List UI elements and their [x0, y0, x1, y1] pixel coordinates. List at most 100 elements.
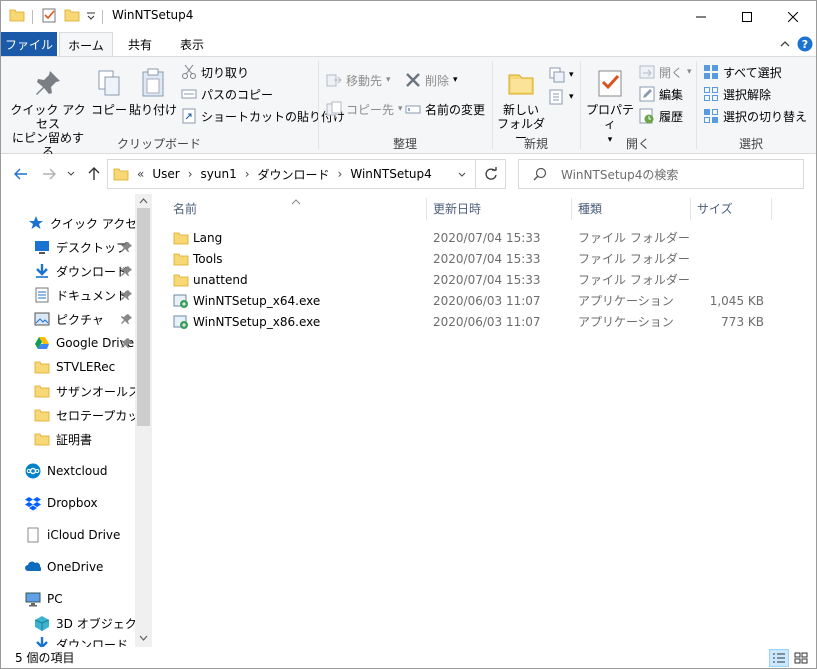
cut-button[interactable]: 切り取り	[181, 62, 249, 82]
new-folder-qat-icon[interactable]	[64, 7, 80, 27]
column-header-modified[interactable]: 更新日時	[427, 194, 571, 222]
select-all-icon	[704, 65, 718, 79]
nav-downloads[interactable]: ダウンロード	[34, 260, 135, 282]
copy-button[interactable]: コピー	[91, 67, 127, 117]
new-folder-button[interactable]: 新しい フォルダー	[495, 67, 547, 145]
nav-google-drive[interactable]: Google Drive	[34, 332, 135, 354]
move-to-icon	[326, 74, 342, 87]
move-to-button[interactable]: 移動先 ▾	[326, 70, 391, 90]
search-box[interactable]: WinNTSetup4の検索	[518, 159, 804, 189]
recent-locations-button[interactable]	[63, 163, 79, 185]
nav-3d-objects[interactable]: 3D オブジェクト	[34, 612, 135, 634]
search-placeholder: WinNTSetup4の検索	[561, 167, 679, 182]
minimize-button[interactable]	[678, 1, 724, 32]
paste-button[interactable]: 貼り付け	[129, 67, 177, 117]
window-title: WinNTSetup4	[112, 8, 194, 22]
forward-button[interactable]	[38, 163, 60, 185]
large-icons-view-button[interactable]	[791, 649, 811, 667]
address-bar[interactable]: « User › syun1 › ダウンロード › WinNTSetup4	[107, 159, 476, 189]
file-name: Lang	[193, 230, 223, 245]
details-view-icon	[773, 653, 785, 663]
chevron-right-icon[interactable]: ›	[334, 167, 347, 181]
file-row[interactable]: WinNTSetup_x64.exe 2020/06/03 11:07 アプリケ…	[173, 290, 813, 311]
new-item-icon	[549, 67, 565, 83]
open-button[interactable]: 開く ▾	[639, 62, 692, 82]
nav-onedrive[interactable]: OneDrive	[25, 556, 151, 578]
select-none-button[interactable]: 選択解除	[703, 84, 771, 104]
address-dropdown-icon[interactable]	[457, 169, 467, 183]
breadcrumb-downloads[interactable]: ダウンロード	[254, 166, 334, 183]
file-size	[698, 227, 764, 248]
nav-pc[interactable]: PC	[25, 588, 151, 610]
paste-shortcut-button[interactable]: ショートカットの貼り付け	[181, 106, 345, 126]
nav-folder-certificate[interactable]: 証明書	[34, 428, 135, 450]
tab-share[interactable]: 共有	[115, 32, 165, 56]
properties-qat-icon[interactable]	[41, 7, 57, 27]
details-view-button[interactable]	[769, 649, 789, 667]
breadcrumb-user[interactable]: User	[148, 167, 183, 181]
breadcrumb-winntsetup4[interactable]: WinNTSetup4	[346, 167, 435, 181]
copy-path-button[interactable]: パスのコピー	[181, 84, 273, 104]
navigation-pane-scrollbar[interactable]	[135, 194, 152, 647]
rename-button[interactable]: 名前の変更	[405, 99, 485, 119]
onedrive-icon	[25, 561, 41, 572]
scroll-down-arrow-icon[interactable]	[135, 631, 152, 645]
history-button[interactable]: 履歴	[639, 106, 683, 126]
nav-pc-downloads[interactable]: ダウンロード	[34, 636, 135, 647]
folder-icon	[113, 168, 129, 181]
ribbon-collapse-icon[interactable]	[777, 36, 793, 52]
new-item-button[interactable]: ▾	[549, 65, 574, 85]
exe-icon	[173, 315, 188, 329]
arrow-up-icon	[88, 167, 100, 180]
file-row[interactable]: unattend 2020/07/04 15:33 ファイル フォルダー	[173, 269, 813, 290]
nav-icloud-drive[interactable]: iCloud Drive	[25, 524, 151, 546]
nav-desktop[interactable]: デスクトップ	[34, 236, 135, 258]
file-type: アプリケーション	[578, 294, 674, 308]
copy-to-button[interactable]: コピー先 ▾	[326, 99, 403, 119]
file-name: Tools	[193, 251, 223, 266]
column-header-name[interactable]: 名前	[167, 194, 425, 222]
arrow-right-icon	[43, 168, 56, 180]
qat-dropdown-icon[interactable]	[85, 10, 97, 30]
nav-nextcloud[interactable]: Nextcloud	[25, 460, 151, 482]
chevron-right-icon[interactable]: ›	[241, 167, 254, 181]
scrollbar-thumb[interactable]	[137, 208, 150, 426]
file-type: アプリケーション	[578, 315, 674, 329]
invert-selection-button[interactable]: 選択の切り替え	[703, 106, 807, 126]
back-button[interactable]	[10, 163, 32, 185]
tab-home[interactable]: ホーム	[59, 32, 113, 57]
nav-documents[interactable]: ドキュメント	[34, 284, 135, 306]
delete-button[interactable]: 削除 ▾	[405, 70, 458, 90]
nav-folder-tape-cutter[interactable]: セロテープカッター	[34, 404, 135, 426]
select-all-button[interactable]: すべて選択	[703, 62, 782, 82]
scissors-icon	[182, 64, 196, 79]
nav-quick-access[interactable]: クイック アクセス	[28, 212, 151, 234]
chevron-right-icon[interactable]: ›	[184, 167, 197, 181]
refresh-button[interactable]	[476, 159, 506, 189]
up-button[interactable]	[83, 163, 105, 185]
column-header-type[interactable]: 種類	[572, 194, 690, 222]
close-button[interactable]	[770, 1, 816, 32]
help-icon[interactable]: ?	[797, 36, 813, 52]
column-header-size[interactable]: サイズ	[691, 194, 771, 222]
star-icon	[29, 216, 43, 229]
file-row[interactable]: Lang 2020/07/04 15:33 ファイル フォルダー	[173, 227, 813, 248]
large-icons-view-icon	[794, 652, 808, 664]
maximize-button[interactable]	[724, 1, 770, 32]
breadcrumb-overflow[interactable]: «	[133, 167, 148, 181]
easy-access-button[interactable]: ▾	[549, 87, 574, 107]
tab-file[interactable]: ファイル	[1, 32, 57, 56]
rename-icon	[405, 105, 421, 114]
nav-folder-southern[interactable]: サザンオールスター	[34, 380, 135, 402]
file-row[interactable]: WinNTSetup_x86.exe 2020/06/03 11:07 アプリケ…	[173, 311, 813, 332]
edit-button[interactable]: 編集	[639, 84, 683, 104]
breadcrumb-syun1[interactable]: syun1	[197, 167, 241, 181]
nav-dropbox[interactable]: Dropbox	[25, 492, 151, 514]
file-row[interactable]: Tools 2020/07/04 15:33 ファイル フォルダー	[173, 248, 813, 269]
scroll-up-arrow-icon[interactable]	[135, 194, 152, 208]
clipboard-icon	[142, 68, 164, 97]
tab-view[interactable]: 表示	[167, 32, 217, 56]
nav-pictures[interactable]: ピクチャ	[34, 308, 135, 330]
nav-stvlerec[interactable]: STVLERec	[34, 356, 135, 378]
file-name: WinNTSetup_x86.exe	[193, 314, 321, 329]
